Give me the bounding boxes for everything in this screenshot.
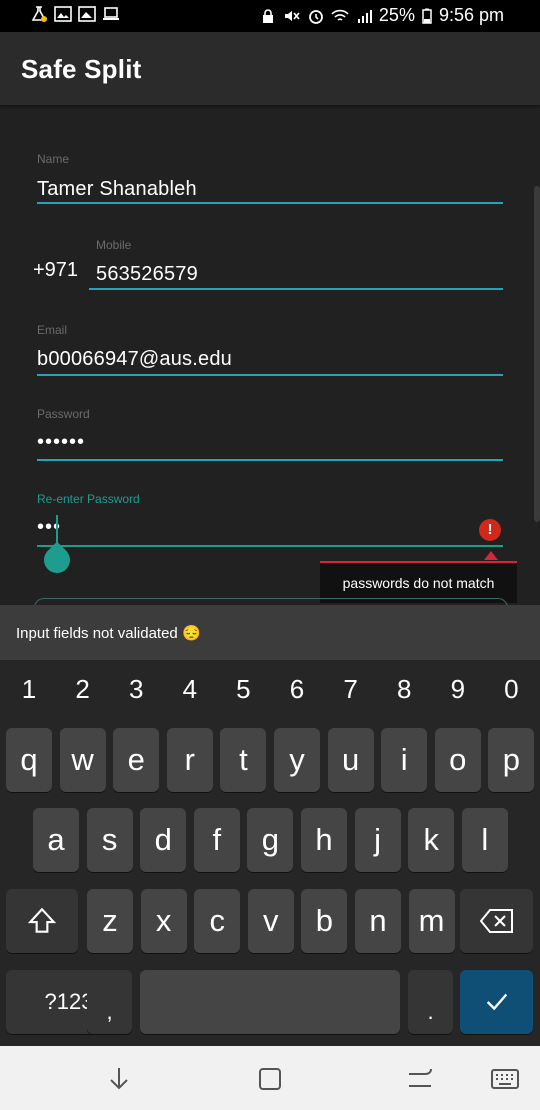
number-row: 1234567890 xyxy=(0,660,540,722)
mobile-underline xyxy=(89,288,503,290)
soft-keyboard: 1234567890 qwertyuiop asdfghjkl zxcvbnm … xyxy=(0,660,540,1046)
key-v[interactable]: v xyxy=(247,889,294,953)
number-key[interactable]: 8 xyxy=(384,674,424,705)
password-underline xyxy=(37,459,503,461)
key-y[interactable]: y xyxy=(274,728,320,792)
country-code: +971 xyxy=(33,259,79,281)
key-c[interactable]: c xyxy=(194,889,241,953)
number-key[interactable]: 6 xyxy=(277,674,317,705)
number-key[interactable]: 3 xyxy=(116,674,156,705)
key-b[interactable]: b xyxy=(301,889,348,953)
key-w[interactable]: w xyxy=(59,728,106,792)
number-key[interactable]: 0 xyxy=(491,674,531,705)
email-underline xyxy=(37,374,503,376)
clock: 9:56 pm xyxy=(438,5,504,25)
comma-key[interactable]: , xyxy=(87,970,132,1034)
number-key[interactable]: 7 xyxy=(331,674,371,705)
key-z[interactable]: z xyxy=(87,889,133,953)
shift-icon xyxy=(27,907,57,933)
key-p[interactable]: p xyxy=(488,728,535,792)
hide-keyboard-icon[interactable] xyxy=(104,1064,134,1094)
cursor-handle[interactable] xyxy=(38,541,76,579)
image-icon xyxy=(78,6,96,22)
key-q[interactable]: q xyxy=(6,728,52,792)
key-j[interactable]: j xyxy=(354,808,401,872)
reenter-password-underline xyxy=(37,545,503,547)
number-key[interactable]: 9 xyxy=(438,674,478,705)
space-key[interactable] xyxy=(140,970,400,1034)
app-bar: Safe Split xyxy=(0,32,540,105)
key-u[interactable]: u xyxy=(327,728,374,792)
laptop-icon xyxy=(103,7,119,20)
keyboard-icon[interactable] xyxy=(490,1064,520,1094)
password-field[interactable]: •••••• xyxy=(37,431,85,454)
status-bar: 25% 9:56 pm xyxy=(0,0,540,32)
key-d[interactable]: d xyxy=(140,808,187,872)
number-key[interactable]: 2 xyxy=(63,674,103,705)
key-r[interactable]: r xyxy=(166,728,213,792)
notification-icons xyxy=(30,6,120,22)
key-l[interactable]: l xyxy=(461,808,508,872)
key-e[interactable]: e xyxy=(113,728,160,792)
backspace-key[interactable] xyxy=(460,889,533,953)
flask-icon xyxy=(31,6,47,22)
error-icon[interactable]: ! xyxy=(479,519,501,541)
backspace-icon xyxy=(479,909,513,933)
toast-message: Input fields not validated 😔 xyxy=(16,625,201,642)
battery-percent: 25% xyxy=(378,5,415,25)
checkmark-icon xyxy=(486,993,507,1011)
battery-icon xyxy=(422,8,432,24)
key-k[interactable]: k xyxy=(408,808,455,872)
wifi-icon xyxy=(331,9,349,21)
reenter-password-label: Re-enter Password xyxy=(37,492,140,506)
scrollbar[interactable] xyxy=(534,186,540,522)
number-key[interactable]: 1 xyxy=(9,674,49,705)
mute-icon xyxy=(284,10,300,21)
system-icons: 25% 9:56 pm xyxy=(259,5,504,26)
key-i[interactable]: i xyxy=(381,728,428,792)
key-x[interactable]: x xyxy=(140,889,187,953)
lock-icon xyxy=(262,8,273,23)
name-field[interactable]: Tamer Shanableh xyxy=(37,178,197,201)
email-field[interactable]: b00066947@aus.edu xyxy=(37,348,232,371)
app-title: Safe Split xyxy=(21,54,142,84)
name-label: Name xyxy=(37,152,70,166)
key-m[interactable]: m xyxy=(408,889,455,953)
key-f[interactable]: f xyxy=(193,808,240,872)
gallery-icon xyxy=(54,6,72,22)
shift-key[interactable] xyxy=(6,889,78,953)
key-o[interactable]: o xyxy=(434,728,481,792)
error-tooltip: passwords do not match xyxy=(320,561,517,603)
key-a[interactable]: a xyxy=(33,808,79,872)
password-label: Password xyxy=(37,407,90,421)
error-tooltip-arrow xyxy=(484,551,498,560)
key-t[interactable]: t xyxy=(220,728,267,792)
toast: Input fields not validated 😔 xyxy=(0,605,540,660)
name-underline xyxy=(37,202,503,204)
navigation-bar xyxy=(0,1046,540,1110)
home-icon[interactable] xyxy=(255,1064,285,1094)
number-key[interactable]: 4 xyxy=(170,674,210,705)
signal-icon xyxy=(357,9,372,23)
mobile-label: Mobile xyxy=(96,238,132,252)
key-h[interactable]: h xyxy=(301,808,347,872)
back-icon[interactable] xyxy=(405,1064,435,1094)
number-key[interactable]: 5 xyxy=(223,674,263,705)
key-g[interactable]: g xyxy=(247,808,294,872)
email-label: Email xyxy=(37,323,68,337)
mobile-field[interactable]: 563526579 xyxy=(96,263,198,286)
key-n[interactable]: n xyxy=(355,889,401,953)
key-s[interactable]: s xyxy=(86,808,133,872)
alarm-icon xyxy=(309,9,323,24)
done-key[interactable] xyxy=(460,970,533,1034)
period-key[interactable]: . xyxy=(408,970,453,1034)
